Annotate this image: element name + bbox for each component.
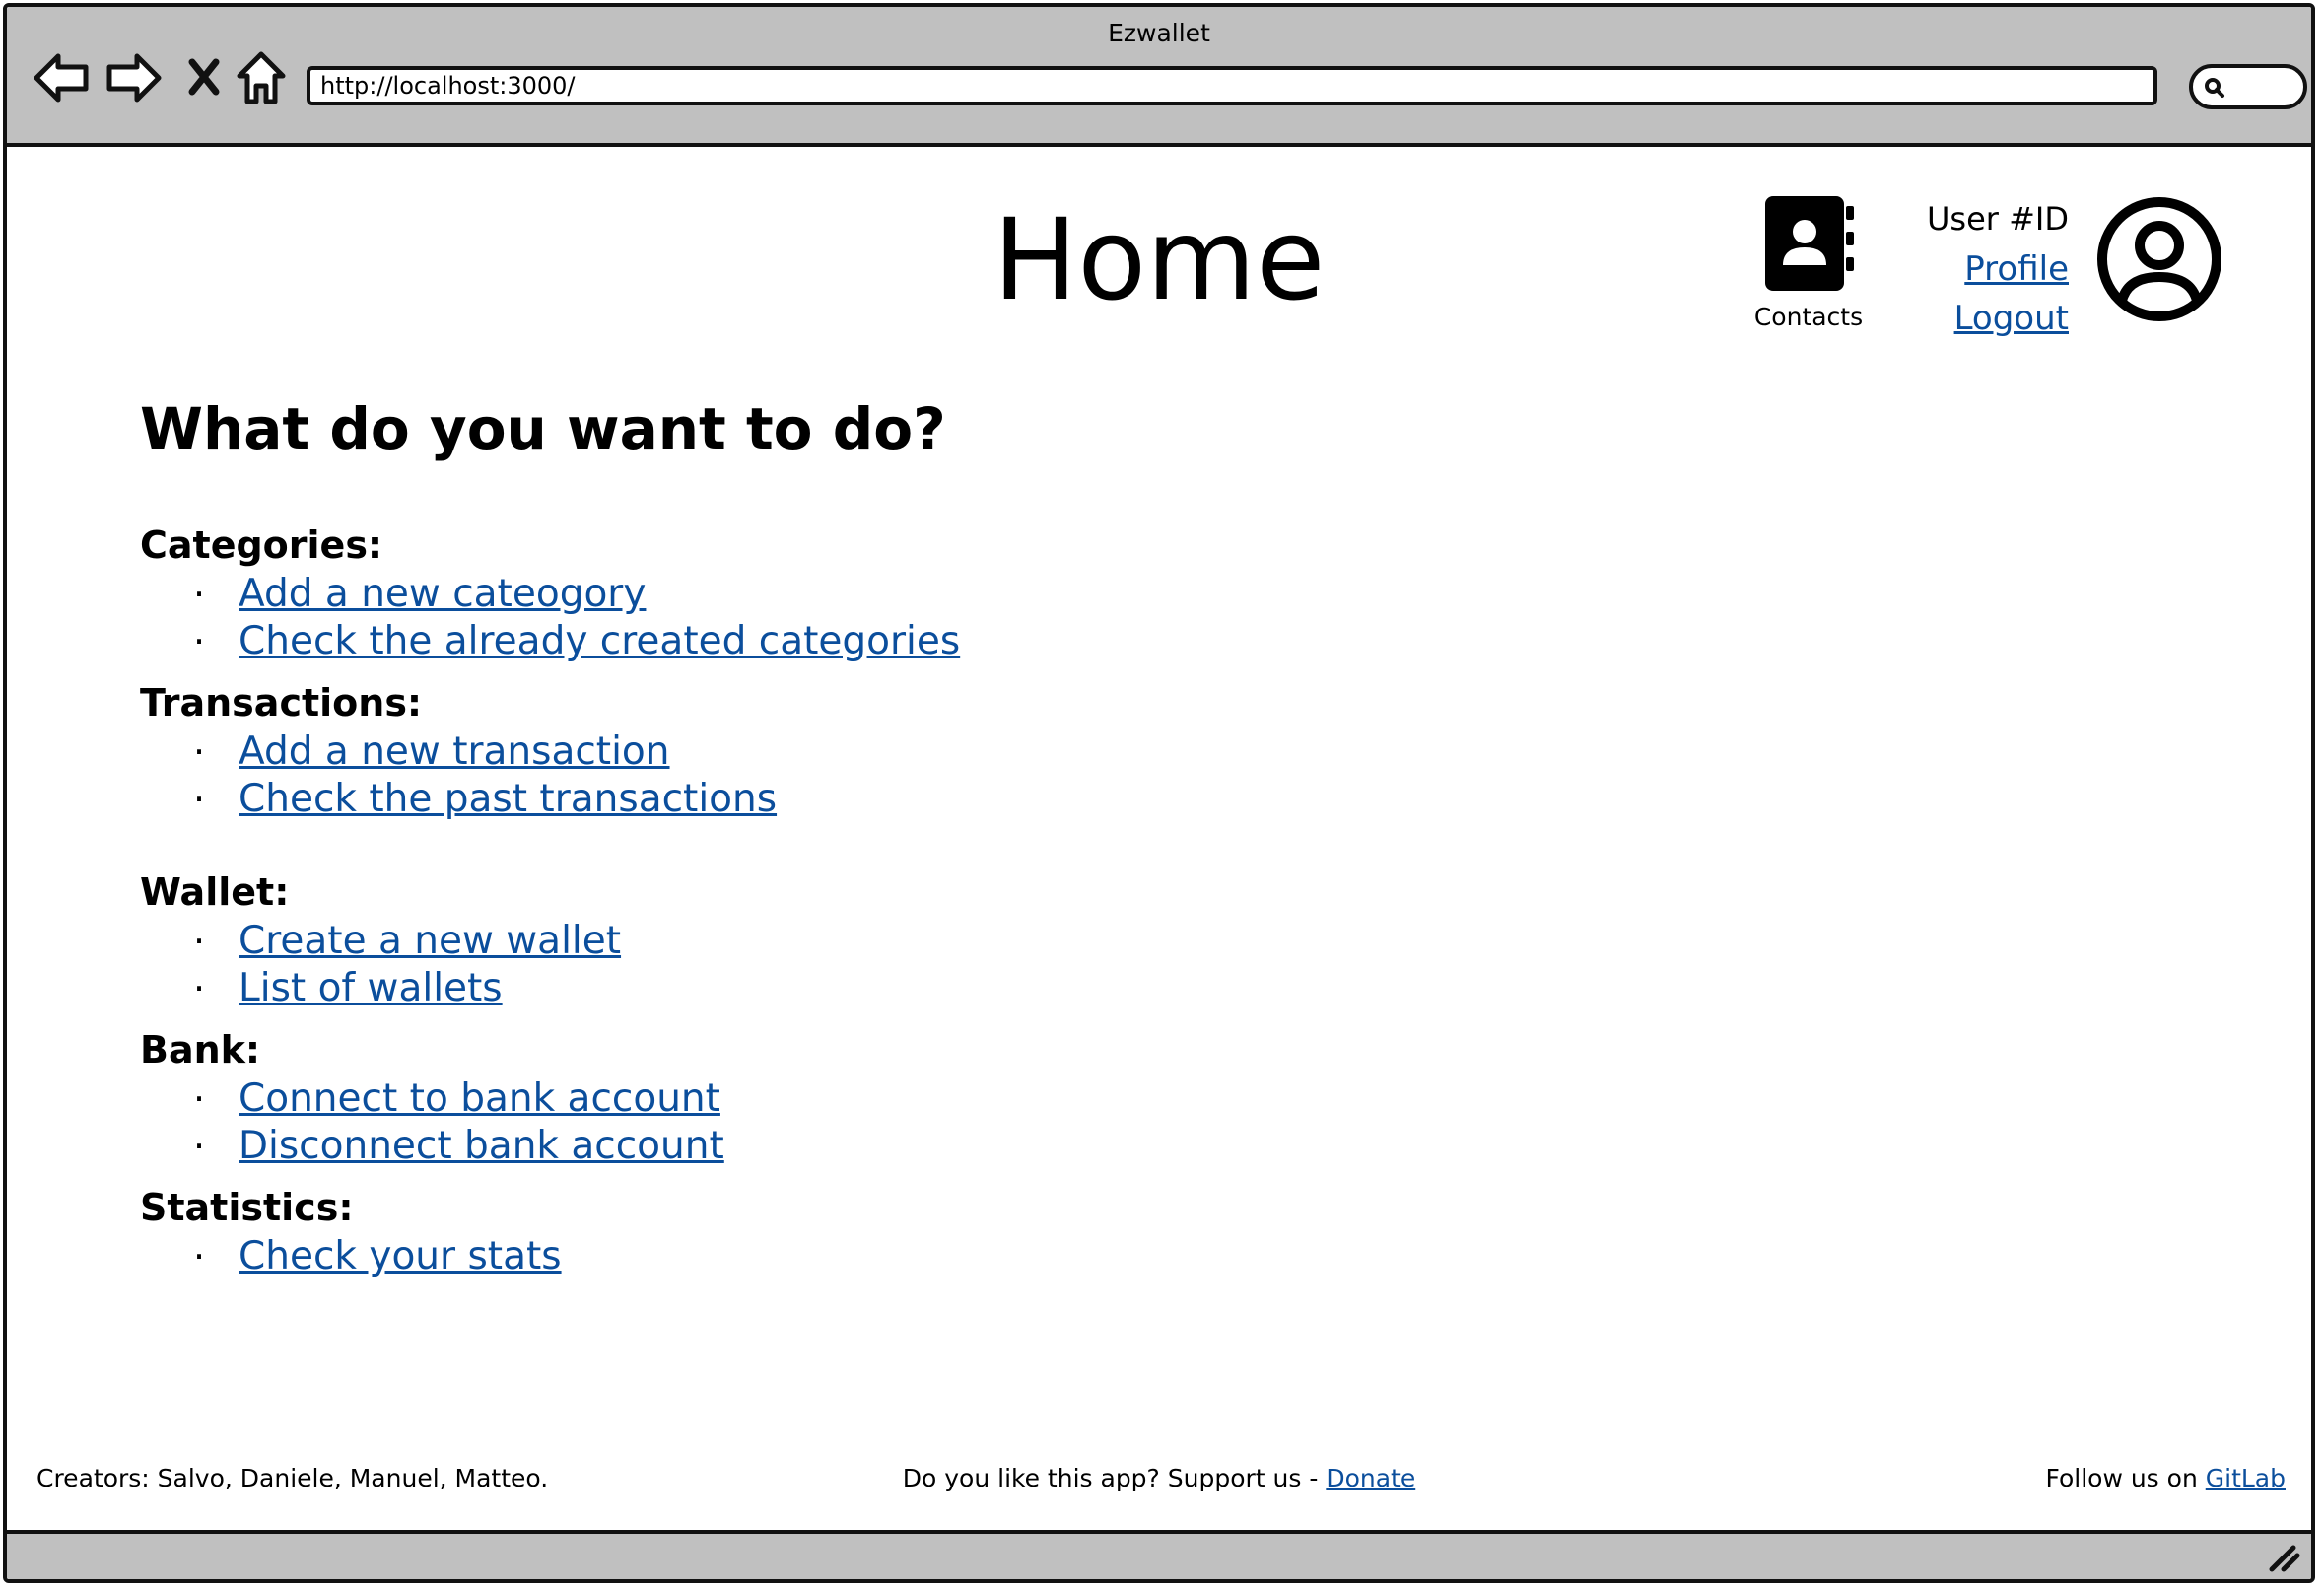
list-item: Check your stats bbox=[140, 1233, 960, 1280]
contacts-button[interactable]: Contacts bbox=[1747, 194, 1870, 331]
section-categories: Categories: Add a new cateogory Check th… bbox=[140, 519, 960, 665]
profile-link[interactable]: Profile bbox=[1880, 244, 2069, 294]
gitlab-link[interactable]: GitLab bbox=[2206, 1464, 2286, 1492]
list-item: Check the past transactions bbox=[140, 776, 960, 823]
list-item: List of wallets bbox=[140, 965, 960, 1012]
browser-window: Ezwallet http://localhost:3000/ Home Con… bbox=[3, 3, 2315, 1583]
footer-support: Do you like this app? Support us - Donat… bbox=[7, 1463, 2311, 1494]
question-heading: What do you want to do? bbox=[140, 395, 946, 462]
list-wallets-link[interactable]: List of wallets bbox=[239, 966, 503, 1010]
section-wallet: Wallet: Create a new wallet List of wall… bbox=[140, 866, 960, 1012]
follow-text: Follow us on bbox=[2045, 1464, 2206, 1492]
add-category-link[interactable]: Add a new cateogory bbox=[239, 572, 646, 616]
home-icon[interactable] bbox=[236, 50, 287, 107]
link-list: Create a new wallet List of wallets bbox=[140, 918, 960, 1012]
section-title: Wallet: bbox=[140, 870, 290, 914]
address-book-icon bbox=[1765, 196, 1854, 291]
link-list: Connect to bank account Disconnect bank … bbox=[140, 1075, 960, 1170]
list-item: Add a new transaction bbox=[140, 728, 960, 776]
list-item: Add a new cateogory bbox=[140, 571, 960, 618]
section-title: Categories: bbox=[140, 523, 383, 567]
connect-bank-link[interactable]: Connect to bank account bbox=[239, 1076, 720, 1121]
check-stats-link[interactable]: Check your stats bbox=[239, 1234, 562, 1279]
forward-arrow-icon[interactable] bbox=[103, 50, 163, 105]
main-content: What do you want to do? Categories: Add … bbox=[140, 389, 960, 1280]
status-bar bbox=[7, 1530, 2311, 1579]
section-title: Transactions: bbox=[140, 681, 423, 725]
section-title: Bank: bbox=[140, 1028, 261, 1072]
window-title: Ezwallet bbox=[1108, 19, 1210, 47]
section-bank: Bank: Connect to bank account Disconnect… bbox=[140, 1024, 960, 1170]
disconnect-bank-link[interactable]: Disconnect bank account bbox=[239, 1124, 724, 1168]
user-avatar-icon[interactable] bbox=[2094, 194, 2224, 324]
stop-x-icon[interactable] bbox=[186, 56, 222, 98]
check-categories-link[interactable]: Check the already created categories bbox=[239, 619, 960, 663]
browser-chrome: Ezwallet http://localhost:3000/ bbox=[7, 7, 2311, 147]
resize-grip-icon[interactable] bbox=[2264, 1540, 2303, 1575]
add-transaction-link[interactable]: Add a new transaction bbox=[239, 729, 670, 774]
support-text: Do you like this app? Support us - bbox=[902, 1464, 1327, 1492]
search-icon bbox=[2205, 78, 2224, 98]
contacts-label: Contacts bbox=[1753, 303, 1864, 331]
back-arrow-icon[interactable] bbox=[33, 50, 92, 105]
list-item: Create a new wallet bbox=[140, 918, 960, 965]
url-bar[interactable]: http://localhost:3000/ bbox=[307, 66, 2157, 105]
user-id: User #ID bbox=[1927, 200, 2069, 238]
list-item: Connect to bank account bbox=[140, 1075, 960, 1123]
footer-follow: Follow us on GitLab bbox=[2045, 1463, 2286, 1494]
link-list: Check your stats bbox=[140, 1233, 960, 1280]
link-list: Add a new cateogory Check the already cr… bbox=[140, 571, 960, 665]
list-item: Disconnect bank account bbox=[140, 1123, 960, 1170]
browser-search-box[interactable] bbox=[2189, 64, 2307, 109]
donate-link[interactable]: Donate bbox=[1326, 1464, 1415, 1492]
list-item: Check the already created categories bbox=[140, 618, 960, 665]
past-transactions-link[interactable]: Check the past transactions bbox=[239, 777, 777, 821]
create-wallet-link[interactable]: Create a new wallet bbox=[239, 919, 621, 963]
section-transactions: Transactions: Add a new transaction Chec… bbox=[140, 677, 960, 823]
user-menu: User #ID Profile Logout bbox=[1880, 199, 2069, 343]
logout-link[interactable]: Logout bbox=[1880, 294, 2069, 343]
section-title: Statistics: bbox=[140, 1186, 354, 1229]
link-list: Add a new transaction Check the past tra… bbox=[140, 728, 960, 823]
section-statistics: Statistics: Check your stats bbox=[140, 1182, 960, 1280]
